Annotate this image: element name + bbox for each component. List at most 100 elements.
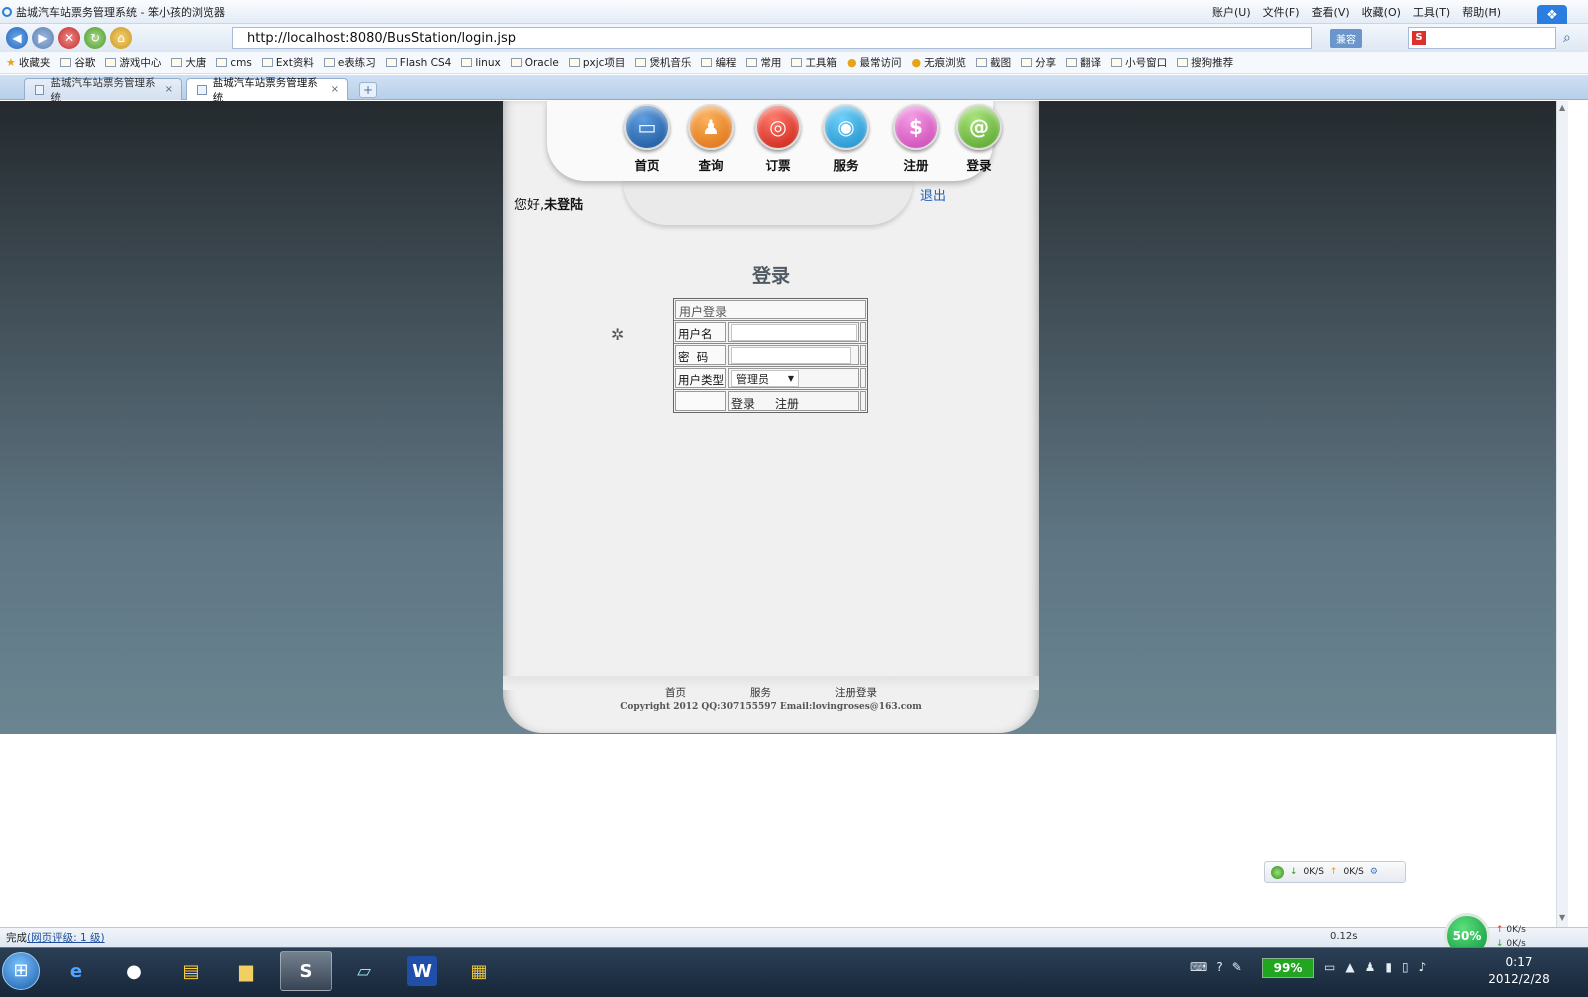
notepad-icon[interactable]: ▱ [338,951,390,991]
menu-file[interactable]: 文件(F) [1263,4,1300,20]
fav-item[interactable]: Oracle [510,57,559,69]
refresh-icon[interactable]: ↻ [84,27,106,49]
user-icon[interactable]: ♟ [1365,960,1376,974]
help-icon[interactable]: ? [1216,960,1222,974]
display-icon[interactable]: ▭ [1324,960,1335,974]
password-input[interactable] [731,347,851,364]
up-arrow-icon: ↑ [1496,925,1504,935]
battery-indicator[interactable]: 99% [1262,958,1314,978]
fav-item[interactable]: 游戏中心 [105,55,161,70]
taskbar: ⊞ e ● ▤ ▆ S ▱ W ▦ ⌨ ? ✎ 99% ▭ ▲ ♟ ▮ ▯ ♪ … [0,947,1588,997]
scroll-up-icon[interactable]: ▲ [1559,103,1565,112]
ie-icon[interactable]: e [50,951,102,991]
fav-item[interactable]: 大唐 [171,55,206,70]
nav-home[interactable]: ▭ 首页 [617,104,677,174]
clock-date: 2012/2/28 [1488,972,1550,986]
fav-item[interactable]: 翻译 [1066,55,1101,70]
window-icon [1111,58,1123,67]
fav-item[interactable]: ● 无痕浏览 [912,55,967,70]
fav-item[interactable]: 谷歌 [60,55,95,70]
window-title: 盐城汽车站票务管理系统 - 笨小孩的浏览器 [16,5,225,19]
signal-icon[interactable]: ▮ [1385,960,1392,974]
nav-register[interactable]: $ 注册 [886,104,946,174]
fav-item[interactable]: Ext资料 [261,55,314,70]
menu-view[interactable]: 查看(V) [1312,4,1350,20]
pen-icon[interactable]: ✎ [1232,960,1242,974]
fav-item[interactable]: Flash CS4 [385,57,451,69]
nav-query[interactable]: ♟ 查询 [681,104,741,174]
status-bar: 完成 (网页评级: 1 级) 0.12s [0,927,1588,947]
user-type-select[interactable]: 管理员 ▼ [731,370,799,387]
up-speed: 0K/S [1343,867,1364,877]
fav-item[interactable]: 小号窗口 [1111,55,1167,70]
fav-item[interactable]: 编程 [701,55,736,70]
login-button[interactable]: 登录 [731,395,755,412]
forward-arrow-icon[interactable]: ▶ [32,27,54,49]
footer-link-home[interactable]: 首页 [665,685,686,700]
folder-icon [171,58,183,67]
stop-icon[interactable]: ✕ [58,27,80,49]
fav-item[interactable]: 煲机音乐 [635,55,691,70]
new-tab-button[interactable]: + [359,82,377,98]
register-button[interactable]: 注册 [775,395,799,412]
back-arrow-icon[interactable]: ◀ [6,27,28,49]
word-icon[interactable]: W [407,956,437,986]
fav-item[interactable]: 分享 [1021,55,1056,70]
logout-link[interactable]: 退出 [920,185,946,204]
dollar-icon: $ [893,104,939,150]
compat-mode-button[interactable]: 兼容 [1330,29,1362,48]
tab-bus-station-2[interactable]: 盐城汽车站票务管理系统 × [186,77,348,104]
menu-favorites[interactable]: 收藏(O) [1362,4,1401,20]
fav-item[interactable]: 搜狗推荐 [1177,55,1233,70]
fav-item[interactable]: e表练习 [323,55,376,70]
footer-link-register-login[interactable]: 注册登录 [835,685,877,700]
nav-login[interactable]: @ 登录 [949,104,1009,174]
sogou-browser-icon[interactable]: S [280,951,332,991]
nav-ticket[interactable]: ◎ 订票 [748,104,808,174]
form-caption: 用户登录 [675,300,866,319]
dictionary-icon[interactable]: ▤ [165,951,217,991]
close-icon[interactable]: × [331,84,339,95]
fav-item[interactable]: linux [461,57,501,69]
scroll-down-icon[interactable]: ▼ [1559,913,1565,922]
incognito-icon: ● [911,56,922,69]
menu-tools[interactable]: 工具(T) [1413,4,1450,20]
folder-icon [385,58,397,67]
tray-expand-icon[interactable]: ▲ [1345,960,1354,974]
home-icon[interactable]: ⌂ [110,27,132,49]
database-icon[interactable]: ▦ [453,951,505,991]
fav-item[interactable]: ★ 收藏夹 [6,55,50,70]
clock-time: 0:17 [1505,955,1533,969]
chevron-down-icon: ▼ [787,374,794,383]
nav-service[interactable]: ◉ 服务 [816,104,876,174]
nav-banner: ▭ 首页 ♟ 查询 ◎ 订票 ◉ 服务 $ 注册 @ 登录 [547,101,1002,181]
fav-item[interactable]: cms [216,57,252,69]
qq-penguin-icon[interactable]: ● [108,951,160,991]
fav-item[interactable]: 截图 [976,55,1011,70]
vertical-scrollbar[interactable]: ▲ ▼ [1556,101,1568,927]
username-input[interactable] [731,324,857,341]
close-icon[interactable]: × [165,84,173,95]
search-icon[interactable]: ⌕ [1563,30,1571,46]
fav-item[interactable]: 工具箱 [791,55,837,70]
menu-account[interactable]: 账户(U) [1212,4,1251,20]
folder-icon[interactable]: ▆ [220,951,272,991]
tab-bus-station-1[interactable]: 盐城汽车站票务管理系统 × [24,77,182,104]
volume-icon[interactable]: ♪ [1419,960,1427,974]
monitor-icon: ▭ [624,104,670,150]
folder-icon [701,58,713,67]
minimize-button[interactable]: – [1490,2,1496,16]
windows-start-icon[interactable]: ⊞ [2,952,40,990]
power-icon[interactable]: ▯ [1402,960,1409,974]
settings-icon[interactable]: ⚙ [1370,867,1378,877]
page-rating-link[interactable]: (网页评级: 1 级) [27,930,105,945]
footer-link-service[interactable]: 服务 [750,685,771,700]
fav-item[interactable]: pxjc项目 [568,55,625,70]
taskbar-clock[interactable]: 0:17 2012/2/28 [1484,954,1554,988]
fav-item[interactable]: ● 最常访问 [847,55,902,70]
keyboard-icon[interactable]: ⌨ [1190,960,1207,974]
network-speed-widget[interactable]: ↓ 0K/S ↑ 0K/S ⚙ [1264,861,1406,883]
fav-item[interactable]: 常用 [746,55,781,70]
search-input[interactable]: S [1408,27,1556,49]
url-input[interactable]: http://localhost:8080/BusStation/login.j… [232,27,1312,49]
